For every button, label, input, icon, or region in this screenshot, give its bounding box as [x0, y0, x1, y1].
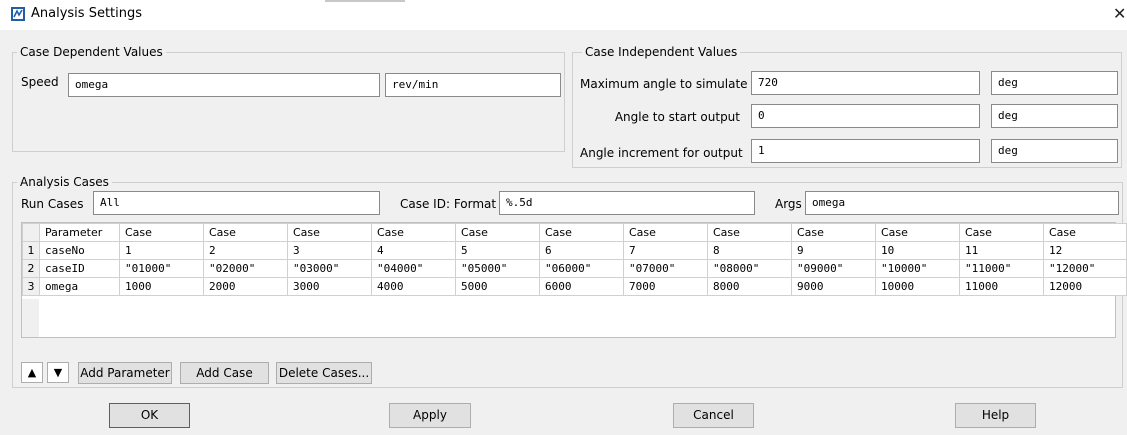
max-angle-label: Maximum angle to simulate	[580, 77, 748, 91]
case-value-cell[interactable]: 7000	[623, 277, 708, 296]
help-button[interactable]: Help	[955, 403, 1036, 428]
title-bar	[0, 0, 1127, 30]
case-value-cell[interactable]: 9000	[791, 277, 876, 296]
run-cases-input[interactable]: All	[93, 191, 380, 215]
analysis-cases-group-label: Analysis Cases	[17, 175, 112, 189]
delete-cases-button[interactable]: Delete Cases...	[276, 362, 372, 384]
case-value-cell[interactable]: "06000"	[539, 259, 624, 278]
table-header-row: Parameter Case Case Case Case Case Case Case Cas…	[22, 223, 1127, 242]
case-value-cell[interactable]: 5	[455, 241, 540, 260]
case-value-cell[interactable]: "05000"	[455, 259, 540, 278]
case-id-format-input[interactable]: %.5d	[499, 191, 755, 215]
start-angle-input[interactable]: 0	[751, 104, 980, 128]
angle-increment-unit-input[interactable]: deg	[991, 139, 1118, 163]
case-value-cell[interactable]: 4000	[371, 277, 456, 296]
column-header-parameter[interactable]: Parameter	[39, 223, 120, 242]
case-value-cell[interactable]: 9	[791, 241, 876, 260]
case-independent-group-label: Case Independent Values	[582, 45, 741, 59]
column-header-case[interactable]: Case	[455, 223, 540, 242]
case-value-cell[interactable]: "11000"	[959, 259, 1044, 278]
case-value-cell[interactable]: "07000"	[623, 259, 708, 278]
table-row[interactable]: 1 caseNo 1 2 3 4 5 6 7 8 9 10 11 12	[22, 241, 1127, 260]
case-value-cell[interactable]: 4	[371, 241, 456, 260]
speed-label: Speed	[21, 75, 59, 89]
parameter-name-cell[interactable]: caseID	[39, 259, 120, 278]
case-value-cell[interactable]: 10000	[875, 277, 960, 296]
case-value-cell[interactable]: "02000"	[203, 259, 288, 278]
angle-increment-label: Angle increment for output	[580, 146, 743, 160]
case-value-cell[interactable]: 12000	[1043, 277, 1127, 296]
column-header-case[interactable]: Case	[791, 223, 876, 242]
case-value-cell[interactable]: "09000"	[791, 259, 876, 278]
cancel-button[interactable]: Cancel	[673, 403, 754, 428]
speed-input[interactable]: omega	[68, 73, 380, 97]
case-value-cell[interactable]: 5000	[455, 277, 540, 296]
case-value-cell[interactable]: 1	[119, 241, 204, 260]
case-value-cell[interactable]: 11	[959, 241, 1044, 260]
case-id-format-label: Case ID: Format	[400, 197, 497, 211]
column-header-case[interactable]: Case	[119, 223, 204, 242]
move-up-icon[interactable]: ▲	[21, 362, 43, 383]
case-value-cell[interactable]: "01000"	[119, 259, 204, 278]
case-value-cell[interactable]: 12	[1043, 241, 1127, 260]
parameter-table[interactable]: Parameter Case Case Case Case Case Case Case Cas…	[22, 223, 1127, 296]
start-angle-unit-input[interactable]: deg	[991, 104, 1118, 128]
apply-button[interactable]: Apply	[389, 403, 471, 428]
table-row[interactable]: 3 omega 1000 2000 3000 4000 5000 6000 7000 8000 90…	[22, 277, 1127, 296]
speed-unit-input[interactable]: rev/min	[385, 73, 561, 97]
angle-increment-input[interactable]: 1	[751, 139, 980, 163]
max-angle-input[interactable]: 720	[751, 71, 980, 95]
case-value-cell[interactable]: "04000"	[371, 259, 456, 278]
column-header-case[interactable]: Case	[1043, 223, 1127, 242]
case-value-cell[interactable]: 8000	[707, 277, 792, 296]
case-value-cell[interactable]: 6000	[539, 277, 624, 296]
parameter-name-cell[interactable]: caseNo	[39, 241, 120, 260]
parameter-name-cell[interactable]: omega	[39, 277, 120, 296]
case-value-cell[interactable]: "08000"	[707, 259, 792, 278]
window-title: Analysis Settings	[31, 6, 143, 21]
row-header-gutter	[22, 299, 39, 337]
row-number[interactable]: 1	[22, 241, 40, 260]
title-bar-accent	[325, 0, 405, 2]
table-row[interactable]: 2 caseID "01000" "02000" "03000" "04000" "0500…	[22, 259, 1127, 278]
add-case-button[interactable]: Add Case	[180, 362, 269, 384]
row-number[interactable]: 3	[22, 277, 40, 296]
case-value-cell[interactable]: 6	[539, 241, 624, 260]
case-dependent-group	[12, 52, 565, 152]
case-value-cell[interactable]: 11000	[959, 277, 1044, 296]
case-dependent-group-label: Case Dependent Values	[17, 45, 166, 59]
case-value-cell[interactable]: "03000"	[287, 259, 372, 278]
case-value-cell[interactable]: 3	[287, 241, 372, 260]
start-angle-label: Angle to start output	[614, 110, 740, 124]
case-value-cell[interactable]: 8	[707, 241, 792, 260]
max-angle-unit-input[interactable]: deg	[991, 71, 1118, 95]
case-value-cell[interactable]: 3000	[287, 277, 372, 296]
add-parameter-button[interactable]: Add Parameter	[78, 362, 172, 384]
column-header-case[interactable]: Case	[371, 223, 456, 242]
case-value-cell[interactable]: 2	[203, 241, 288, 260]
column-header-case[interactable]: Case	[287, 223, 372, 242]
args-input[interactable]: omega	[805, 191, 1119, 215]
case-value-cell[interactable]: "10000"	[875, 259, 960, 278]
table-corner-cell	[22, 223, 40, 242]
column-header-case[interactable]: Case	[623, 223, 708, 242]
column-header-case[interactable]: Case	[959, 223, 1044, 242]
run-cases-label: Run Cases	[21, 197, 84, 211]
case-value-cell[interactable]: "12000"	[1043, 259, 1127, 278]
column-header-case[interactable]: Case	[539, 223, 624, 242]
row-number[interactable]: 2	[22, 259, 40, 278]
close-icon[interactable]: ✕	[1113, 4, 1126, 23]
case-value-cell[interactable]: 1000	[119, 277, 204, 296]
column-header-case[interactable]: Case	[707, 223, 792, 242]
move-down-icon[interactable]: ▼	[47, 362, 69, 383]
args-label: Args	[775, 197, 802, 211]
case-value-cell[interactable]: 2000	[203, 277, 288, 296]
case-value-cell[interactable]: 7	[623, 241, 708, 260]
analysis-app-icon	[11, 7, 25, 21]
column-header-case[interactable]: Case	[875, 223, 960, 242]
column-header-case[interactable]: Case	[203, 223, 288, 242]
case-value-cell[interactable]: 10	[875, 241, 960, 260]
ok-button[interactable]: OK	[109, 403, 190, 428]
